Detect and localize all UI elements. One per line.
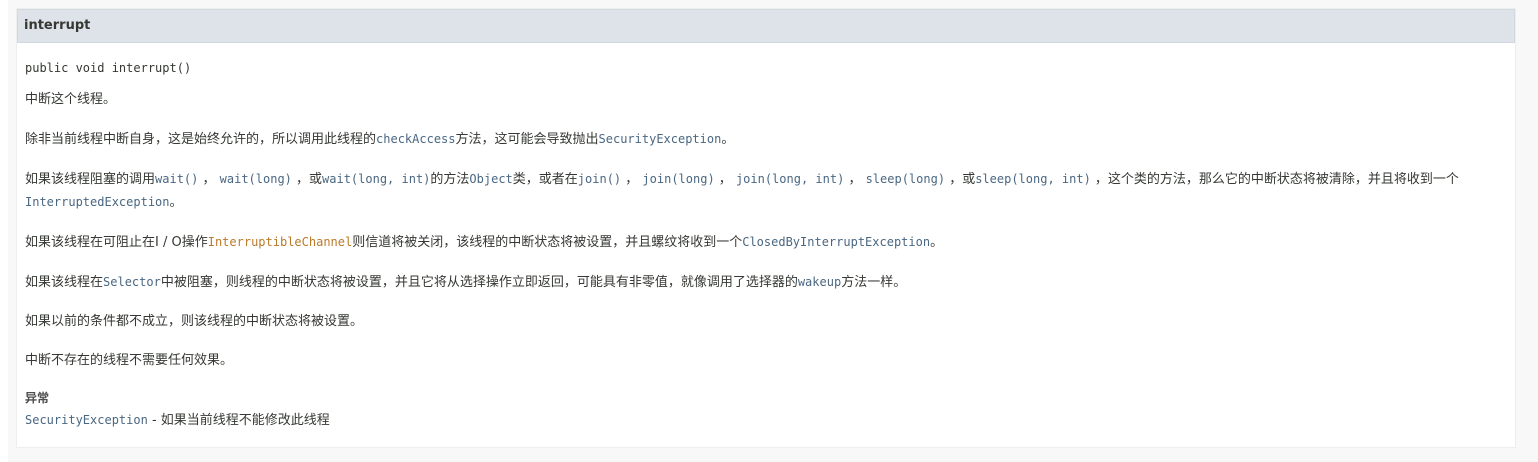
- wait-link[interactable]: wait(): [155, 172, 198, 186]
- text: 。: [721, 132, 735, 147]
- desc-paragraph-6: 如果以前的条件都不成立，则该线程的中断状态将被设置。: [25, 314, 364, 329]
- text: 。: [930, 235, 944, 250]
- text: 如果该线程在可阻止在I / O操作: [25, 235, 208, 250]
- desc-paragraph-7: 中断不存在的线程不需要任何效果。: [25, 353, 234, 368]
- text: ，: [621, 172, 643, 187]
- selector-link[interactable]: Selector: [103, 275, 161, 289]
- text: ，: [198, 172, 220, 187]
- wait-long-link[interactable]: wait(long): [220, 172, 292, 186]
- throws-label: 异常: [25, 391, 50, 405]
- text: ，这个类的方法，那么它的中断状态将被清除，并且将收到一个: [1090, 172, 1459, 187]
- desc-paragraph-2: 除非当前线程中断自身，这是始终允许的，所以调用此线程的checkAccess方法…: [25, 128, 1511, 151]
- closedbyinterruptexception-link[interactable]: ClosedByInterruptException: [742, 235, 930, 249]
- throws-description: - 如果当前线程不能修改此线程: [147, 413, 330, 428]
- object-link[interactable]: Object: [469, 172, 512, 186]
- method-name: interrupt: [24, 18, 91, 33]
- text: 如果该线程阻塞的调用: [25, 172, 156, 187]
- text: ，: [714, 172, 736, 187]
- throws-securityexception-link[interactable]: SecurityException: [25, 413, 148, 427]
- method-block: interrupt public void interrupt() 中断这个线程…: [16, 8, 1516, 448]
- page-scrollbar[interactable]: [1516, 0, 1538, 462]
- interruptedexception-link[interactable]: InterruptedException: [25, 195, 170, 209]
- wakeup-link[interactable]: wakeup: [798, 275, 841, 289]
- securityexception-link[interactable]: SecurityException: [599, 132, 722, 146]
- text: 的方法: [430, 172, 470, 187]
- desc-paragraph-3: 如果该线程阻塞的调用wait() ， wait(long) ，或wait(lon…: [25, 168, 1511, 214]
- text: 类，或者在: [512, 172, 578, 187]
- wait-long-int-link[interactable]: wait(long, int): [322, 172, 430, 186]
- method-signature: public void interrupt(): [25, 61, 192, 75]
- join-link[interactable]: join(): [578, 172, 621, 186]
- method-detail-panel: interrupt public void interrupt() 中断这个线程…: [8, 0, 1538, 462]
- join-long-link[interactable]: join(long): [642, 172, 714, 186]
- method-content: public void interrupt() 中断这个线程。 除非当前线程中断…: [25, 57, 1511, 432]
- desc-paragraph-4: 如果该线程在可阻止在I / O操作InterruptibleChannel则信道…: [25, 231, 1511, 254]
- text: 除非当前线程中断自身，这是始终允许的，所以调用此线程的: [25, 132, 377, 147]
- text: 方法一样。: [841, 275, 907, 290]
- sleep-long-link[interactable]: sleep(long): [866, 172, 945, 186]
- interruptiblechannel-link[interactable]: InterruptibleChannel: [208, 235, 353, 249]
- text: 如果该线程在: [25, 275, 104, 290]
- text: 方法，这可能会导致抛出: [455, 132, 599, 147]
- desc-paragraph-1: 中断这个线程。: [25, 92, 117, 107]
- text: ，或: [945, 172, 976, 187]
- text: 中被阻塞，则线程的中断状态将被设置，并且它将从选择操作立即返回，可能具有非零值，…: [160, 275, 798, 290]
- method-header: interrupt: [17, 9, 1515, 43]
- throws-entry: SecurityException - 如果当前线程不能修改此线程: [25, 409, 1511, 432]
- text: 。: [169, 195, 183, 210]
- text: ，: [844, 172, 866, 187]
- sleep-long-int-link[interactable]: sleep(long, int): [975, 172, 1091, 186]
- join-long-int-link[interactable]: join(long, int): [736, 172, 844, 186]
- text: ，或: [291, 172, 323, 187]
- checkaccess-link[interactable]: checkAccess: [376, 132, 455, 146]
- text: 则信道将被关闭，该线程的中断状态将被设置，并且螺纹将收到一个: [352, 235, 743, 250]
- desc-paragraph-5: 如果该线程在Selector中被阻塞，则线程的中断状态将被设置，并且它将从选择操…: [25, 271, 1511, 294]
